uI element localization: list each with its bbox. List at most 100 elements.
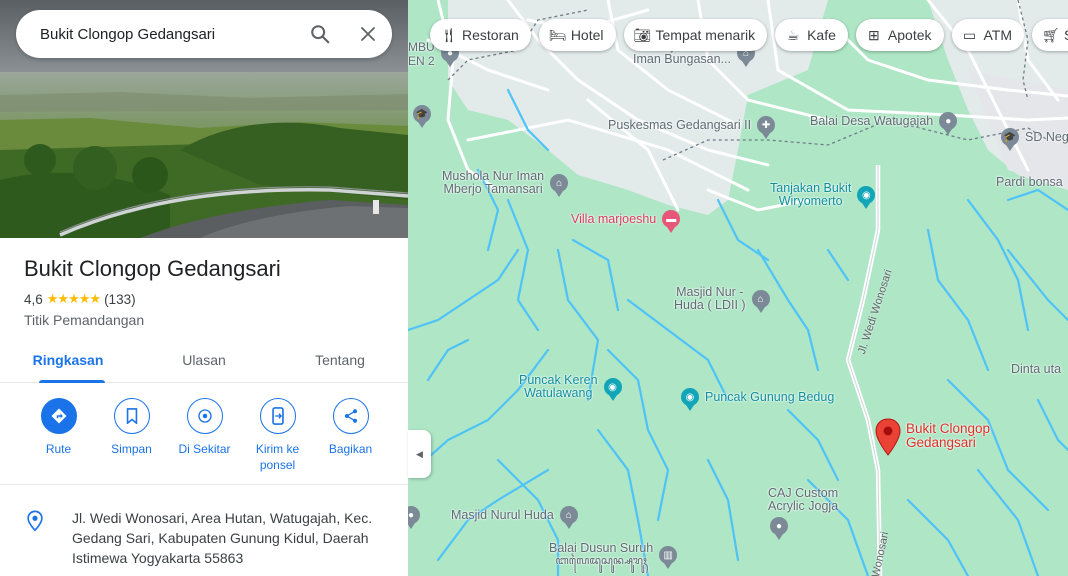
place-category[interactable]: Titik Pemandangan xyxy=(24,312,144,328)
poi-label: Tanjakan Bukit Wiryomerto xyxy=(770,181,852,208)
search-icon xyxy=(311,25,330,44)
search-button[interactable] xyxy=(296,10,344,58)
clear-search-button[interactable] xyxy=(344,10,392,58)
chip-label: Kafe xyxy=(807,27,836,43)
chip-kafe[interactable]: ☕︎ Kafe xyxy=(775,19,848,51)
category-chips: 🍴︎ Restoran 🛏︎ Hotel 📷︎ Tempat menarik ☕… xyxy=(430,19,1068,51)
poi-masjid-nurul-huda[interactable]: ⌂ Masjid Nurul Huda xyxy=(451,506,578,529)
bed-icon: 🛏︎ xyxy=(548,26,567,43)
chip-label: Apotek xyxy=(887,27,932,43)
pharmacy-icon: ⊞ xyxy=(868,26,880,43)
mosque-icon: ⌂ xyxy=(751,290,770,313)
selected-place-marker[interactable] xyxy=(875,418,901,461)
chip-tempat-menarik[interactable]: 📷︎ Tempat menarik xyxy=(623,19,768,51)
poi-puskesmas[interactable]: ✚ Puskesmas Gedangsari II xyxy=(608,116,776,139)
rating-row[interactable]: 4,6 ★★★★★ (133) xyxy=(24,291,136,307)
divider xyxy=(0,484,408,485)
poi-puncak-gunung-bedug[interactable]: ◉ Puncak Gunung Bedug xyxy=(681,388,834,411)
poi-villa[interactable]: ▬ Villa marjoeshu xyxy=(571,210,681,233)
poi-balai-desa[interactable]: ● Balai Desa Watugajah xyxy=(810,112,958,135)
poi-label-latin: Balai Dusun Suruh xyxy=(549,541,654,555)
search-input[interactable]: Bukit Clongop Gedangsari xyxy=(40,26,296,43)
camera-icon: ◉ xyxy=(603,378,622,401)
poi-puncak-keren[interactable]: ◉ Puncak Keren Watulawang xyxy=(519,374,622,401)
poi-label: CAJ Custom Acrylic Jogja xyxy=(768,486,839,513)
place-icon: ● xyxy=(408,506,420,529)
selected-place-label: Bukit Clongop Gedangsari xyxy=(906,421,991,450)
coffee-icon: ☕︎ xyxy=(786,26,800,43)
search-box[interactable]: Bukit Clongop Gedangsari xyxy=(16,10,392,58)
mosque-icon: ⌂ xyxy=(559,506,578,529)
poi-tanjakan[interactable]: ◉ Tanjakan Bukit Wiryomerto xyxy=(770,181,876,209)
chevron-left-icon: ◀ xyxy=(416,448,423,459)
save-button[interactable]: Simpan xyxy=(95,398,168,473)
action-label: Kirim ke ponsel xyxy=(255,442,300,472)
poi-sd-negeri[interactable]: 🎓 SD Neg xyxy=(1001,128,1068,151)
place-icon: ● xyxy=(939,112,958,135)
chip-restoran[interactable]: 🍴︎ Restoran xyxy=(430,19,531,51)
poi-label: Masjid Nur - Huda ( LDII ) xyxy=(674,285,746,312)
bookmark-icon xyxy=(113,398,150,434)
chip-hotel[interactable]: 🛏︎ Hotel xyxy=(538,19,616,51)
poi-balai-dusun[interactable]: ▥ Balai Dusun Suruh ꦧꦭꦻꦢꦸꦱꦸꦤ꧀ꦱꦸꦫꦸꦃ xyxy=(549,542,678,569)
camera-icon: ◉ xyxy=(857,186,876,209)
mosque-icon: ⌂ xyxy=(550,174,569,197)
chip-label: Restoran xyxy=(462,27,519,43)
nearby-icon xyxy=(186,398,223,434)
action-label: Bagikan xyxy=(328,442,373,456)
send-to-phone-button[interactable]: Kirim ke ponsel xyxy=(241,398,314,473)
map-label-dinta-uta: Dinta uta xyxy=(1011,362,1062,376)
map-label-pardi-bonsai: Pardi bonsa xyxy=(996,175,1063,189)
action-label: Di Sekitar xyxy=(178,442,231,456)
place-tabs: Ringkasan Ulasan Tentang xyxy=(0,340,408,383)
action-buttons: Rute Simpan Di Sekitar Kirim ke ponsel B… xyxy=(22,398,387,473)
hotel-icon: ▬ xyxy=(662,210,681,233)
fork-knife-icon: 🍴︎ xyxy=(440,26,458,43)
phone-send-icon xyxy=(259,398,296,434)
chip-supermarket[interactable]: 🛒︎ Su xyxy=(1032,19,1068,51)
poi-label: Balai Dusun Suruh ꦧꦭꦻꦢꦸꦱꦸꦤ꧀ꦱꦸꦫꦸꦃ xyxy=(549,542,653,568)
camera-icon: 📷︎ xyxy=(633,26,652,43)
place-title: Bukit Clongop Gedangsari xyxy=(24,256,281,281)
collapse-panel-button[interactable]: ◀ xyxy=(408,430,431,478)
review-count[interactable]: (133) xyxy=(104,292,136,307)
location-pin-icon xyxy=(27,510,43,532)
action-label: Rute xyxy=(45,442,72,456)
poi-mushola[interactable]: ⌂ Mushola Nur Iman Mberjo Tamansari xyxy=(442,169,569,197)
poi-label: SD Neg xyxy=(1025,129,1068,144)
poi-label: Villa marjoeshu xyxy=(571,211,657,226)
chip-label: Su xyxy=(1064,27,1068,43)
tab-ringkasan[interactable]: Ringkasan xyxy=(0,340,136,383)
poi-marker-bottom-left[interactable]: ● xyxy=(408,506,420,529)
place-icon: ● xyxy=(770,517,788,540)
poi-label: Mushola Nur Iman Mberjo Tamansari xyxy=(442,169,545,196)
tab-ulasan[interactable]: Ulasan xyxy=(136,340,272,382)
nearby-button[interactable]: Di Sekitar xyxy=(168,398,241,473)
tab-tentang[interactable]: Tentang xyxy=(272,340,408,382)
atm-icon: ▭ xyxy=(962,26,977,43)
cart-icon: 🛒︎ xyxy=(1042,26,1060,43)
chip-label: Tempat menarik xyxy=(655,27,756,43)
building-icon: ▥ xyxy=(659,546,678,569)
map-canvas[interactable]: Jl. Wedi Wonosari Wonosari MBU EN 2 Pard… xyxy=(408,0,1068,576)
action-label: Simpan xyxy=(111,442,152,456)
star-rating-icon: ★★★★★ xyxy=(46,291,101,306)
poi-label-javanese: ꦧꦭꦻꦢꦸꦱꦸꦤ꧀ꦱꦸꦫꦸꦃ xyxy=(555,555,647,567)
place-address[interactable]: Jl. Wedi Wonosari, Area Hutan, Watugajah… xyxy=(72,508,382,568)
school-icon: 🎓 xyxy=(1001,128,1019,151)
poi-label: Masjid Nurul Huda xyxy=(451,507,554,522)
chip-apotek[interactable]: ⊞ Apotek xyxy=(855,19,944,51)
route-button[interactable]: Rute xyxy=(22,398,95,473)
rating-value: 4,6 xyxy=(24,291,43,307)
close-icon xyxy=(361,27,375,41)
camera-icon: ◉ xyxy=(681,388,699,411)
place-panel: Bukit Clongop Gedangsari Bukit Clongop G… xyxy=(0,0,408,576)
share-button[interactable]: Bagikan xyxy=(314,398,387,473)
poi-caj-custom[interactable]: ● CAJ Custom Acrylic Jogja xyxy=(768,486,839,540)
poi-label: Balai Desa Watugajah xyxy=(810,113,934,128)
poi-masjid-nur-huda[interactable]: ⌂ Masjid Nur - Huda ( LDII ) xyxy=(674,285,770,313)
directions-icon xyxy=(40,398,77,434)
chip-atm[interactable]: ▭ ATM xyxy=(951,19,1025,51)
share-icon xyxy=(332,398,369,434)
poi-school-left[interactable]: 🎓 xyxy=(413,105,431,128)
